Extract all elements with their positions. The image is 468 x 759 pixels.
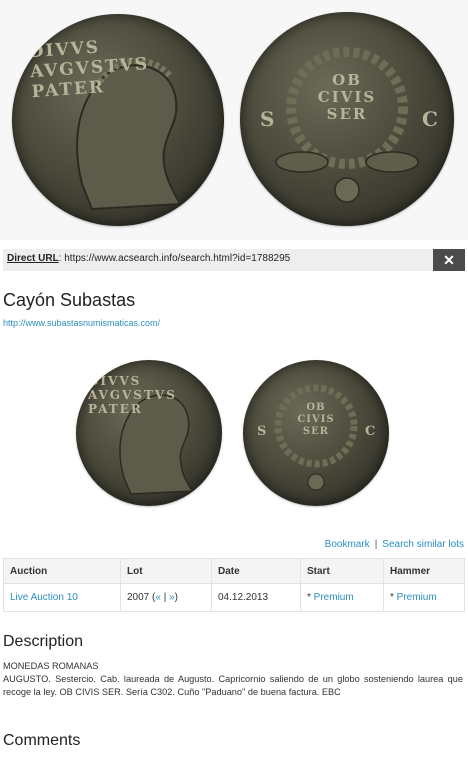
header-hammer: Hammer — [383, 558, 465, 584]
coin-image-small[interactable]: DIVVS AVGVSTVS PATER OB CIVIS SER S C — [73, 354, 393, 506]
prev-lot-link[interactable]: « — [155, 592, 161, 603]
bookmark-link[interactable]: Bookmark — [325, 539, 370, 550]
legend-line-ob: OB — [332, 71, 362, 89]
header-date: Date — [211, 558, 301, 584]
reverse-legend-small: OB CIVIS SER — [293, 402, 339, 438]
cell-lot: 2007 (« | ») — [120, 583, 212, 612]
search-similar-link[interactable]: Search similar lots — [382, 539, 464, 550]
auction-link[interactable]: Live Auction 10 — [10, 592, 78, 603]
obverse-legend: DIVVS AVGVSTVS PATER — [28, 37, 150, 103]
header-lot: Lot — [120, 558, 212, 584]
reverse-letter-c: C — [422, 107, 440, 131]
lot-number: 2007 — [127, 592, 150, 603]
reverse-letter-s-small: S — [257, 424, 269, 439]
seller-website-link[interactable]: http://www.subastasnumismaticas.com/ — [3, 318, 160, 328]
lot-actions: Bookmark | Search similar lots — [325, 539, 464, 550]
description-body: MONEDAS ROMANAS AUGUSTO. Sestercio. Cab.… — [3, 660, 463, 699]
legend-line-civis: CIVIS — [317, 88, 377, 106]
coin-reverse: OB CIVIS SER S C — [240, 12, 454, 226]
direct-url-label: Direct URL — [7, 253, 59, 264]
legend-line-civis-small: CIVIS — [297, 414, 335, 425]
legend-line-ser: SER — [326, 105, 368, 123]
cell-auction[interactable]: Live Auction 10 — [3, 583, 121, 612]
direct-url-value[interactable]: https://www.acsearch.info/search.html?id… — [64, 253, 290, 264]
coin-obverse-small: DIVVS AVGVSTVS PATER — [76, 360, 222, 506]
description-category: MONEDAS ROMANAS — [3, 661, 99, 671]
direct-url-text: Direct URL: https://www.acsearch.info/se… — [7, 253, 291, 264]
reverse-letter-s: S — [260, 107, 277, 131]
close-icon[interactable]: ✕ — [433, 249, 465, 271]
reverse-legend: OB CIVIS SER — [315, 72, 379, 123]
header-auction: Auction — [3, 558, 121, 584]
legend-line-ob-small: OB — [306, 402, 326, 413]
direct-url-bar: Direct URL: https://www.acsearch.info/se… — [3, 249, 465, 271]
cell-date: 04.12.2013 — [211, 583, 301, 612]
legend-line-ser-small: SER — [302, 426, 330, 437]
next-lot-link[interactable]: » — [169, 592, 175, 603]
header-start: Start — [300, 558, 384, 584]
actions-separator: | — [374, 539, 378, 550]
start-premium-link[interactable]: Premium — [314, 592, 354, 603]
hammer-premium-link[interactable]: Premium — [397, 592, 437, 603]
seller-name: Cayón Subastas — [3, 290, 136, 310]
cell-hammer: * Premium — [383, 583, 465, 612]
description-heading: Description — [3, 633, 84, 650]
coin-obverse: DIVVS AVGVSTVS PATER — [12, 14, 224, 226]
table-row: Live Auction 10 2007 (« | ») 04.12.2013 … — [3, 583, 465, 612]
lot-table: Auction Lot Date Start Hammer Live Aucti… — [3, 558, 465, 612]
comments-heading: Comments — [3, 732, 81, 749]
description-text: AUGUSTO. Sestercio. Cab. laureada de Aug… — [3, 674, 463, 697]
obverse-legend-small: DIVVS AVGVSTVS PATER — [88, 374, 177, 416]
reverse-letter-c-small: C — [365, 424, 378, 439]
coin-image-large: DIVVS AVGVSTVS PATER OB CIVIS SER S C — [0, 0, 468, 240]
coin-reverse-small: OB CIVIS SER S C — [243, 360, 389, 506]
cell-start: * Premium — [300, 583, 384, 612]
table-header-row: Auction Lot Date Start Hammer — [3, 558, 465, 584]
lot-nav-separator: | — [163, 592, 167, 603]
